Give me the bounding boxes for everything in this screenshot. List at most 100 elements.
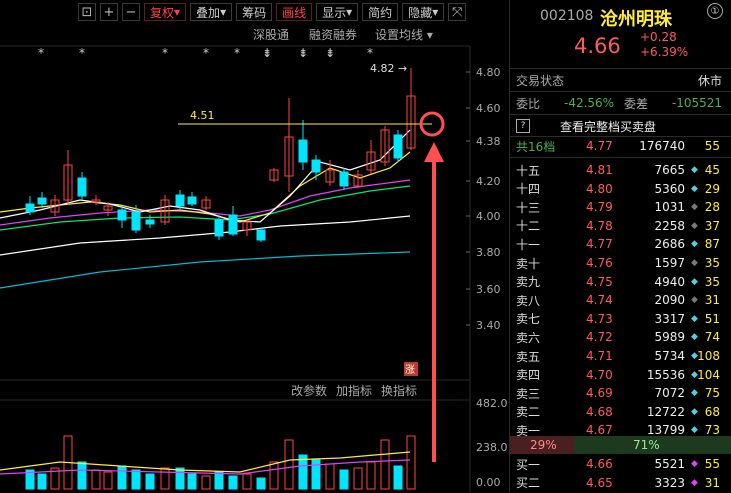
- orderbook-row[interactable]: 卖八 4.74 2090 31 ◆: [510, 290, 731, 310]
- candle-body[interactable]: [145, 219, 155, 225]
- kline-chart[interactable]: 4.80 4.60 4.38 4.20 4.00 3.80 3.60 3.40 482.00 23…: [0, 0, 507, 492]
- volume-bar[interactable]: [117, 465, 127, 490]
- level-label: 十五: [516, 163, 541, 178]
- volume-bar[interactable]: [256, 477, 266, 490]
- candle-body[interactable]: [187, 196, 197, 205]
- event-marker-icon[interactable]: *: [203, 46, 209, 60]
- event-marker-icon[interactable]: *: [367, 46, 373, 60]
- price-tick-label: 4.60: [476, 102, 501, 115]
- volume-tick-label: 0.00: [476, 476, 501, 489]
- level-label: 卖十: [516, 256, 541, 271]
- event-marker-icon[interactable]: *: [79, 46, 85, 60]
- orderbook-row[interactable]: 十四 4.80 5360 29 ◆: [510, 179, 731, 199]
- stock-name[interactable]: 沧州明珠: [600, 5, 672, 31]
- event-marker-icon[interactable]: ⇟: [262, 46, 272, 60]
- orderbook-row[interactable]: 卖七 4.73 3317 51 ◆: [510, 309, 731, 329]
- orderbook-row[interactable]: 卖四 4.70 15536 104 ◆: [510, 365, 731, 385]
- orderbook-row[interactable]: 卖三 4.69 7072 75 ◆: [510, 383, 731, 403]
- level-count: 51: [704, 311, 720, 326]
- event-marker-icon[interactable]: *: [162, 46, 168, 60]
- orderbook-row[interactable]: 卖五 4.71 5734 108 ◆: [510, 346, 731, 366]
- indicator-button[interactable]: 加指标: [336, 383, 372, 398]
- event-marker-icon[interactable]: *: [38, 46, 44, 60]
- event-marker-icon[interactable]: ⇟: [298, 46, 308, 60]
- full-orderbook-link[interactable]: ? 查看完整档买卖盘: [510, 116, 731, 136]
- volume-bar[interactable]: [187, 473, 197, 490]
- level-marker-icon: ◆: [691, 165, 698, 175]
- level-price: 4.65: [586, 475, 613, 490]
- orderbook-row[interactable]: 买一 4.66 5521 55 ◆: [510, 454, 731, 474]
- volume-bar[interactable]: [37, 473, 47, 490]
- candle-body[interactable]: [77, 177, 87, 197]
- volume-bar[interactable]: [325, 463, 335, 490]
- volume-bar[interactable]: [201, 475, 211, 490]
- volume-bar[interactable]: [353, 467, 363, 490]
- level-label: 十二: [516, 219, 541, 234]
- volume-bar[interactable]: [91, 469, 101, 490]
- volume-bar[interactable]: [242, 473, 252, 490]
- level-marker-icon: ◆: [691, 202, 698, 213]
- level-volume: 1031: [654, 200, 685, 215]
- volume-bar[interactable]: [131, 469, 141, 490]
- volume-bar[interactable]: [393, 465, 403, 490]
- weibi-row: 委比 -42.56% 委差 -105521: [510, 93, 731, 113]
- volume-bar[interactable]: [339, 469, 349, 490]
- level-price: 4.79: [586, 200, 613, 215]
- level-count: 31: [704, 293, 720, 308]
- candle-body[interactable]: [339, 171, 349, 187]
- candle-body[interactable]: [298, 139, 308, 163]
- level-label: 卖二: [516, 405, 541, 420]
- candle-body[interactable]: [131, 211, 141, 231]
- orderbook-row[interactable]: 十五 4.81 7665 45 ◆: [510, 160, 731, 180]
- volume-tick-label: 238.00: [476, 441, 507, 454]
- volume-bar[interactable]: [228, 475, 238, 490]
- level-volume: 5734: [654, 349, 685, 363]
- volume-bar[interactable]: [145, 473, 155, 490]
- orderbook-row[interactable]: 卖二 4.68 12722 68 ◆: [510, 402, 731, 422]
- orderbook-row[interactable]: 十三 4.79 1031 28 ◆: [510, 197, 731, 217]
- price-tick-label: 3.60: [476, 283, 501, 296]
- volume-bar[interactable]: [77, 461, 87, 490]
- level-price: 4.77: [586, 237, 613, 252]
- level-label: 十四: [516, 182, 541, 197]
- candle-body[interactable]: [214, 219, 224, 237]
- orderbook-row[interactable]: 卖九 4.75 4940 35 ◆: [510, 272, 731, 292]
- candle-body[interactable]: [25, 203, 35, 213]
- volume-bar[interactable]: [406, 435, 416, 490]
- orderbook-row[interactable]: 卖十 4.76 1597 35 ◆: [510, 253, 731, 273]
- orderbook-row[interactable]: 十二 4.78 2258 37 ◆: [510, 216, 731, 236]
- level-price: 4.71: [586, 349, 613, 363]
- level-volume: 7072: [654, 386, 685, 401]
- event-marker-icon[interactable]: *: [234, 46, 240, 60]
- info-icon[interactable]: ①: [707, 3, 723, 19]
- level-marker-icon: ◆: [691, 369, 698, 380]
- level-label: 卖六: [516, 330, 541, 345]
- indicator-button[interactable]: 换指标: [381, 383, 417, 398]
- event-marker-icon[interactable]: ⇟: [325, 46, 335, 60]
- candle-body[interactable]: [37, 197, 47, 205]
- candle-body[interactable]: [117, 209, 127, 221]
- orderbook-row[interactable]: 卖六 4.72 5989 74 ◆: [510, 327, 731, 347]
- level-count: 75: [704, 386, 720, 401]
- volume-bar[interactable]: [366, 461, 376, 490]
- orderbook-row[interactable]: 买二 4.65 3323 31 ◆: [510, 473, 731, 493]
- volume-bar[interactable]: [214, 471, 224, 490]
- price-change: +0.28 +6.39%: [640, 30, 688, 60]
- level-price: 4.73: [586, 311, 613, 326]
- volume-bar[interactable]: [175, 467, 185, 490]
- volume-bar[interactable]: [269, 461, 279, 490]
- orderbook-row[interactable]: 十一 4.77 2686 87 ◆: [510, 234, 731, 254]
- candle-body[interactable]: [393, 134, 403, 159]
- buy-sell-ratio-bar: 29% 71%: [510, 436, 731, 454]
- candle-body[interactable]: [256, 229, 266, 241]
- candle-body[interactable]: [175, 194, 185, 207]
- indicator-button[interactable]: 改参数: [291, 383, 327, 398]
- volume-bar[interactable]: [103, 471, 113, 490]
- volume-bar[interactable]: [284, 439, 294, 490]
- volume-bar[interactable]: [160, 467, 170, 490]
- total-levels-row: 共16档 4.77 176740 55: [510, 136, 731, 156]
- volume-bar[interactable]: [380, 439, 390, 490]
- candle-body[interactable]: [228, 214, 238, 235]
- chart-area[interactable]: ⊡ + − 复权 ▾ 叠加 ▾ 筹码 画线 显示 ▾ 简约 隐藏 ▾ ⤧ 深股通 融资融…: [0, 0, 507, 492]
- candle-body[interactable]: [311, 159, 321, 173]
